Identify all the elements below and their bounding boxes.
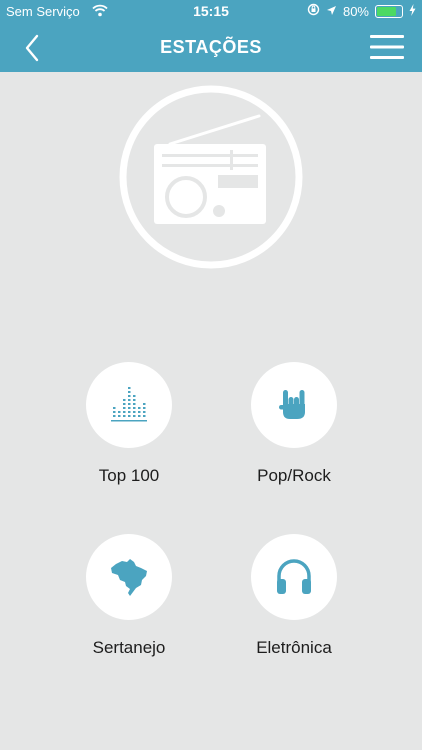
- menu-button[interactable]: [370, 33, 406, 61]
- status-bar: Sem Serviço 15:15 80%: [0, 0, 422, 24]
- hamburger-icon: [370, 35, 404, 59]
- category-label: Top 100: [98, 466, 160, 485]
- headphones-icon: [277, 559, 311, 594]
- category-eletronica[interactable]: Eletrônica: [219, 534, 369, 658]
- category-circle: [86, 362, 172, 448]
- rock-hand-icon: [279, 390, 305, 419]
- category-top-100[interactable]: Top 100: [54, 362, 204, 486]
- category-pop-rock[interactable]: Pop/Rock: [219, 362, 369, 486]
- orientation-lock-icon: [307, 3, 320, 19]
- category-label: Eletrônica: [256, 638, 332, 657]
- battery-percent: 80%: [342, 3, 369, 19]
- charging-bolt-icon: [409, 3, 416, 19]
- category-label: Sertanejo: [92, 638, 166, 657]
- navigation-bar: ESTAÇÕES: [0, 24, 422, 72]
- category-circle: [251, 362, 337, 448]
- battery-level: [377, 6, 396, 16]
- top-bar: Sem Serviço 15:15 80% ESTAÇÕES: [0, 0, 422, 72]
- category-circle: [86, 534, 172, 620]
- equalizer-icon: [111, 387, 147, 422]
- category-circle: [251, 534, 337, 620]
- radio-hero-icon: [116, 84, 306, 270]
- location-arrow-icon: [326, 4, 337, 19]
- category-label: Pop/Rock: [257, 466, 331, 485]
- page-title: ESTAÇÕES: [160, 37, 262, 57]
- brazil-map-icon: [111, 559, 147, 596]
- battery-icon: [375, 4, 403, 18]
- category-sertanejo[interactable]: Sertanejo: [54, 534, 204, 658]
